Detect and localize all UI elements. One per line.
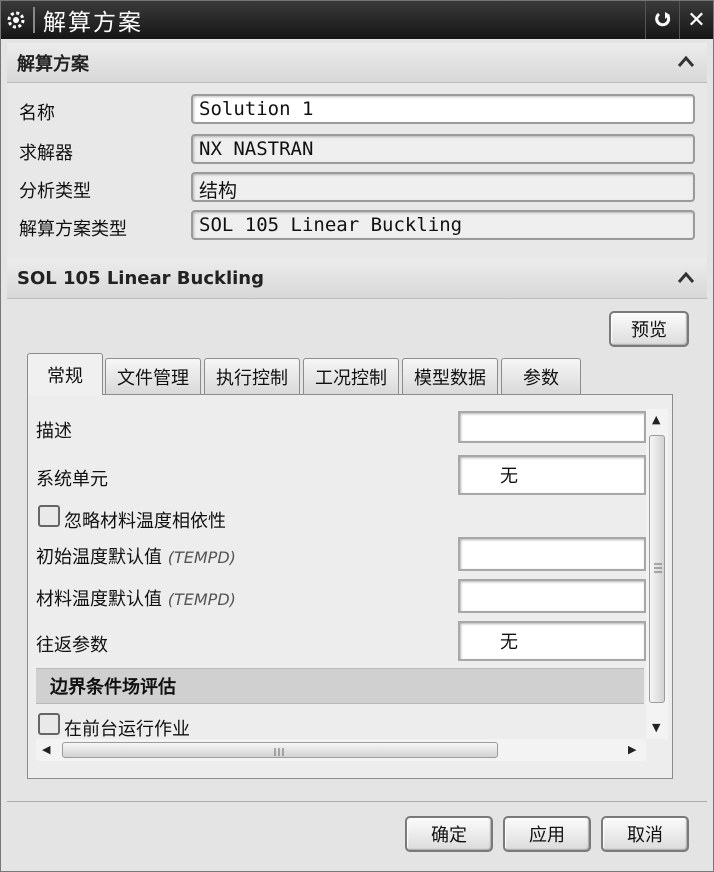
field-row-name: 名称 Solution 1 — [7, 93, 707, 125]
description-input[interactable] — [458, 411, 646, 443]
init-temp-label: 初始温度默认值 (TEMPD) — [36, 543, 236, 569]
solver-label: 求解器 — [19, 143, 73, 164]
tab-model-data[interactable]: 模型数据 — [402, 358, 498, 394]
roundtrip-label: 往返参数 — [36, 635, 108, 656]
gear-icon[interactable] — [1, 1, 31, 39]
foreground-checkbox[interactable] — [38, 713, 60, 735]
system-cell-select[interactable]: 无 — [458, 455, 646, 495]
chevron-up-icon[interactable] — [675, 51, 697, 73]
foreground-label: 在前台运行作业 — [64, 719, 190, 740]
description-label: 描述 — [36, 421, 72, 442]
apply-button[interactable]: 应用 — [503, 816, 591, 852]
grip-icon — [654, 563, 662, 573]
title-separator — [33, 7, 35, 33]
scroll-up-icon[interactable]: ▲ — [652, 413, 660, 426]
horizontal-scroll-thumb[interactable] — [62, 742, 498, 758]
roundtrip-select[interactable]: 无 — [458, 621, 646, 661]
solution-dialog: 解算方案 ✕ 解算方案 名称 Solution 1 求解器 NX NASTRAN… — [0, 0, 714, 872]
section-solution-header[interactable]: 解算方案 — [7, 43, 707, 83]
tab-execution-control[interactable]: 执行控制 — [204, 358, 300, 394]
tab-general[interactable]: 常规 — [27, 353, 103, 395]
analysis-type-field: 结构 — [191, 172, 695, 202]
section-sol105-title: SOL 105 Linear Buckling — [17, 268, 265, 289]
chevron-up-icon[interactable] — [675, 267, 697, 289]
section-sol105-header[interactable]: SOL 105 Linear Buckling — [7, 259, 707, 299]
tab-file-management[interactable]: 文件管理 — [105, 358, 201, 394]
ignore-temp-checkbox[interactable] — [38, 505, 60, 527]
mat-temp-code: (TEMPD) — [167, 590, 236, 609]
solution-type-field: SOL 105 Linear Buckling — [191, 210, 695, 240]
mat-temp-text: 材料温度默认值 — [36, 589, 162, 610]
cancel-button[interactable]: 取消 — [601, 816, 689, 852]
refresh-icon[interactable] — [645, 1, 679, 39]
close-icon[interactable]: ✕ — [679, 1, 713, 39]
init-temp-input[interactable] — [458, 537, 646, 571]
init-temp-code: (TEMPD) — [167, 548, 236, 567]
name-input[interactable]: Solution 1 — [191, 94, 695, 124]
section-solution-body: 名称 Solution 1 求解器 NX NASTRAN 分析类型 结构 解算方… — [7, 83, 707, 259]
solution-type-label: 解算方案类型 — [19, 219, 127, 240]
scroll-left-icon[interactable]: ◀ — [42, 743, 50, 756]
scroll-down-icon[interactable]: ▼ — [652, 721, 660, 734]
vertical-scroll-thumb[interactable] — [649, 435, 665, 703]
solver-field: NX NASTRAN — [191, 134, 695, 164]
ok-button[interactable]: 确定 — [405, 816, 493, 852]
ignore-temp-label: 忽略材料温度相依性 — [64, 511, 226, 532]
system-cell-label: 系统单元 — [36, 469, 108, 490]
analysis-type-label: 分析类型 — [19, 181, 91, 202]
boundary-group-header[interactable]: 边界条件场评估 — [36, 668, 644, 704]
title-bar: 解算方案 ✕ — [1, 1, 713, 39]
vertical-scrollbar[interactable]: ▲ ▼ — [646, 409, 668, 739]
window-title: 解算方案 — [43, 10, 143, 36]
init-temp-text: 初始温度默认值 — [36, 547, 162, 568]
field-row-solver: 求解器 NX NASTRAN — [7, 133, 707, 165]
grip-icon — [274, 748, 284, 756]
horizontal-scrollbar[interactable]: ◀ ▶ — [36, 739, 646, 761]
name-label: 名称 — [19, 103, 55, 124]
field-row-analysis-type: 分析类型 结构 — [7, 171, 707, 203]
scroll-right-icon[interactable]: ▶ — [628, 743, 636, 756]
mat-temp-input[interactable] — [458, 579, 646, 613]
tab-case-control[interactable]: 工况控制 — [303, 358, 399, 394]
footer-divider — [7, 801, 707, 802]
field-row-solution-type: 解算方案类型 SOL 105 Linear Buckling — [7, 209, 707, 241]
tab-parameters[interactable]: 参数 — [501, 358, 581, 394]
preview-button[interactable]: 预览 — [609, 311, 689, 347]
mat-temp-label: 材料温度默认值 (TEMPD) — [36, 585, 236, 611]
section-solution-title: 解算方案 — [17, 53, 89, 75]
tab-panel-general: 描述 系统单元 无 忽略材料温度相依性 初始温度默认值 (TEMPD) 材料温度… — [27, 394, 673, 779]
